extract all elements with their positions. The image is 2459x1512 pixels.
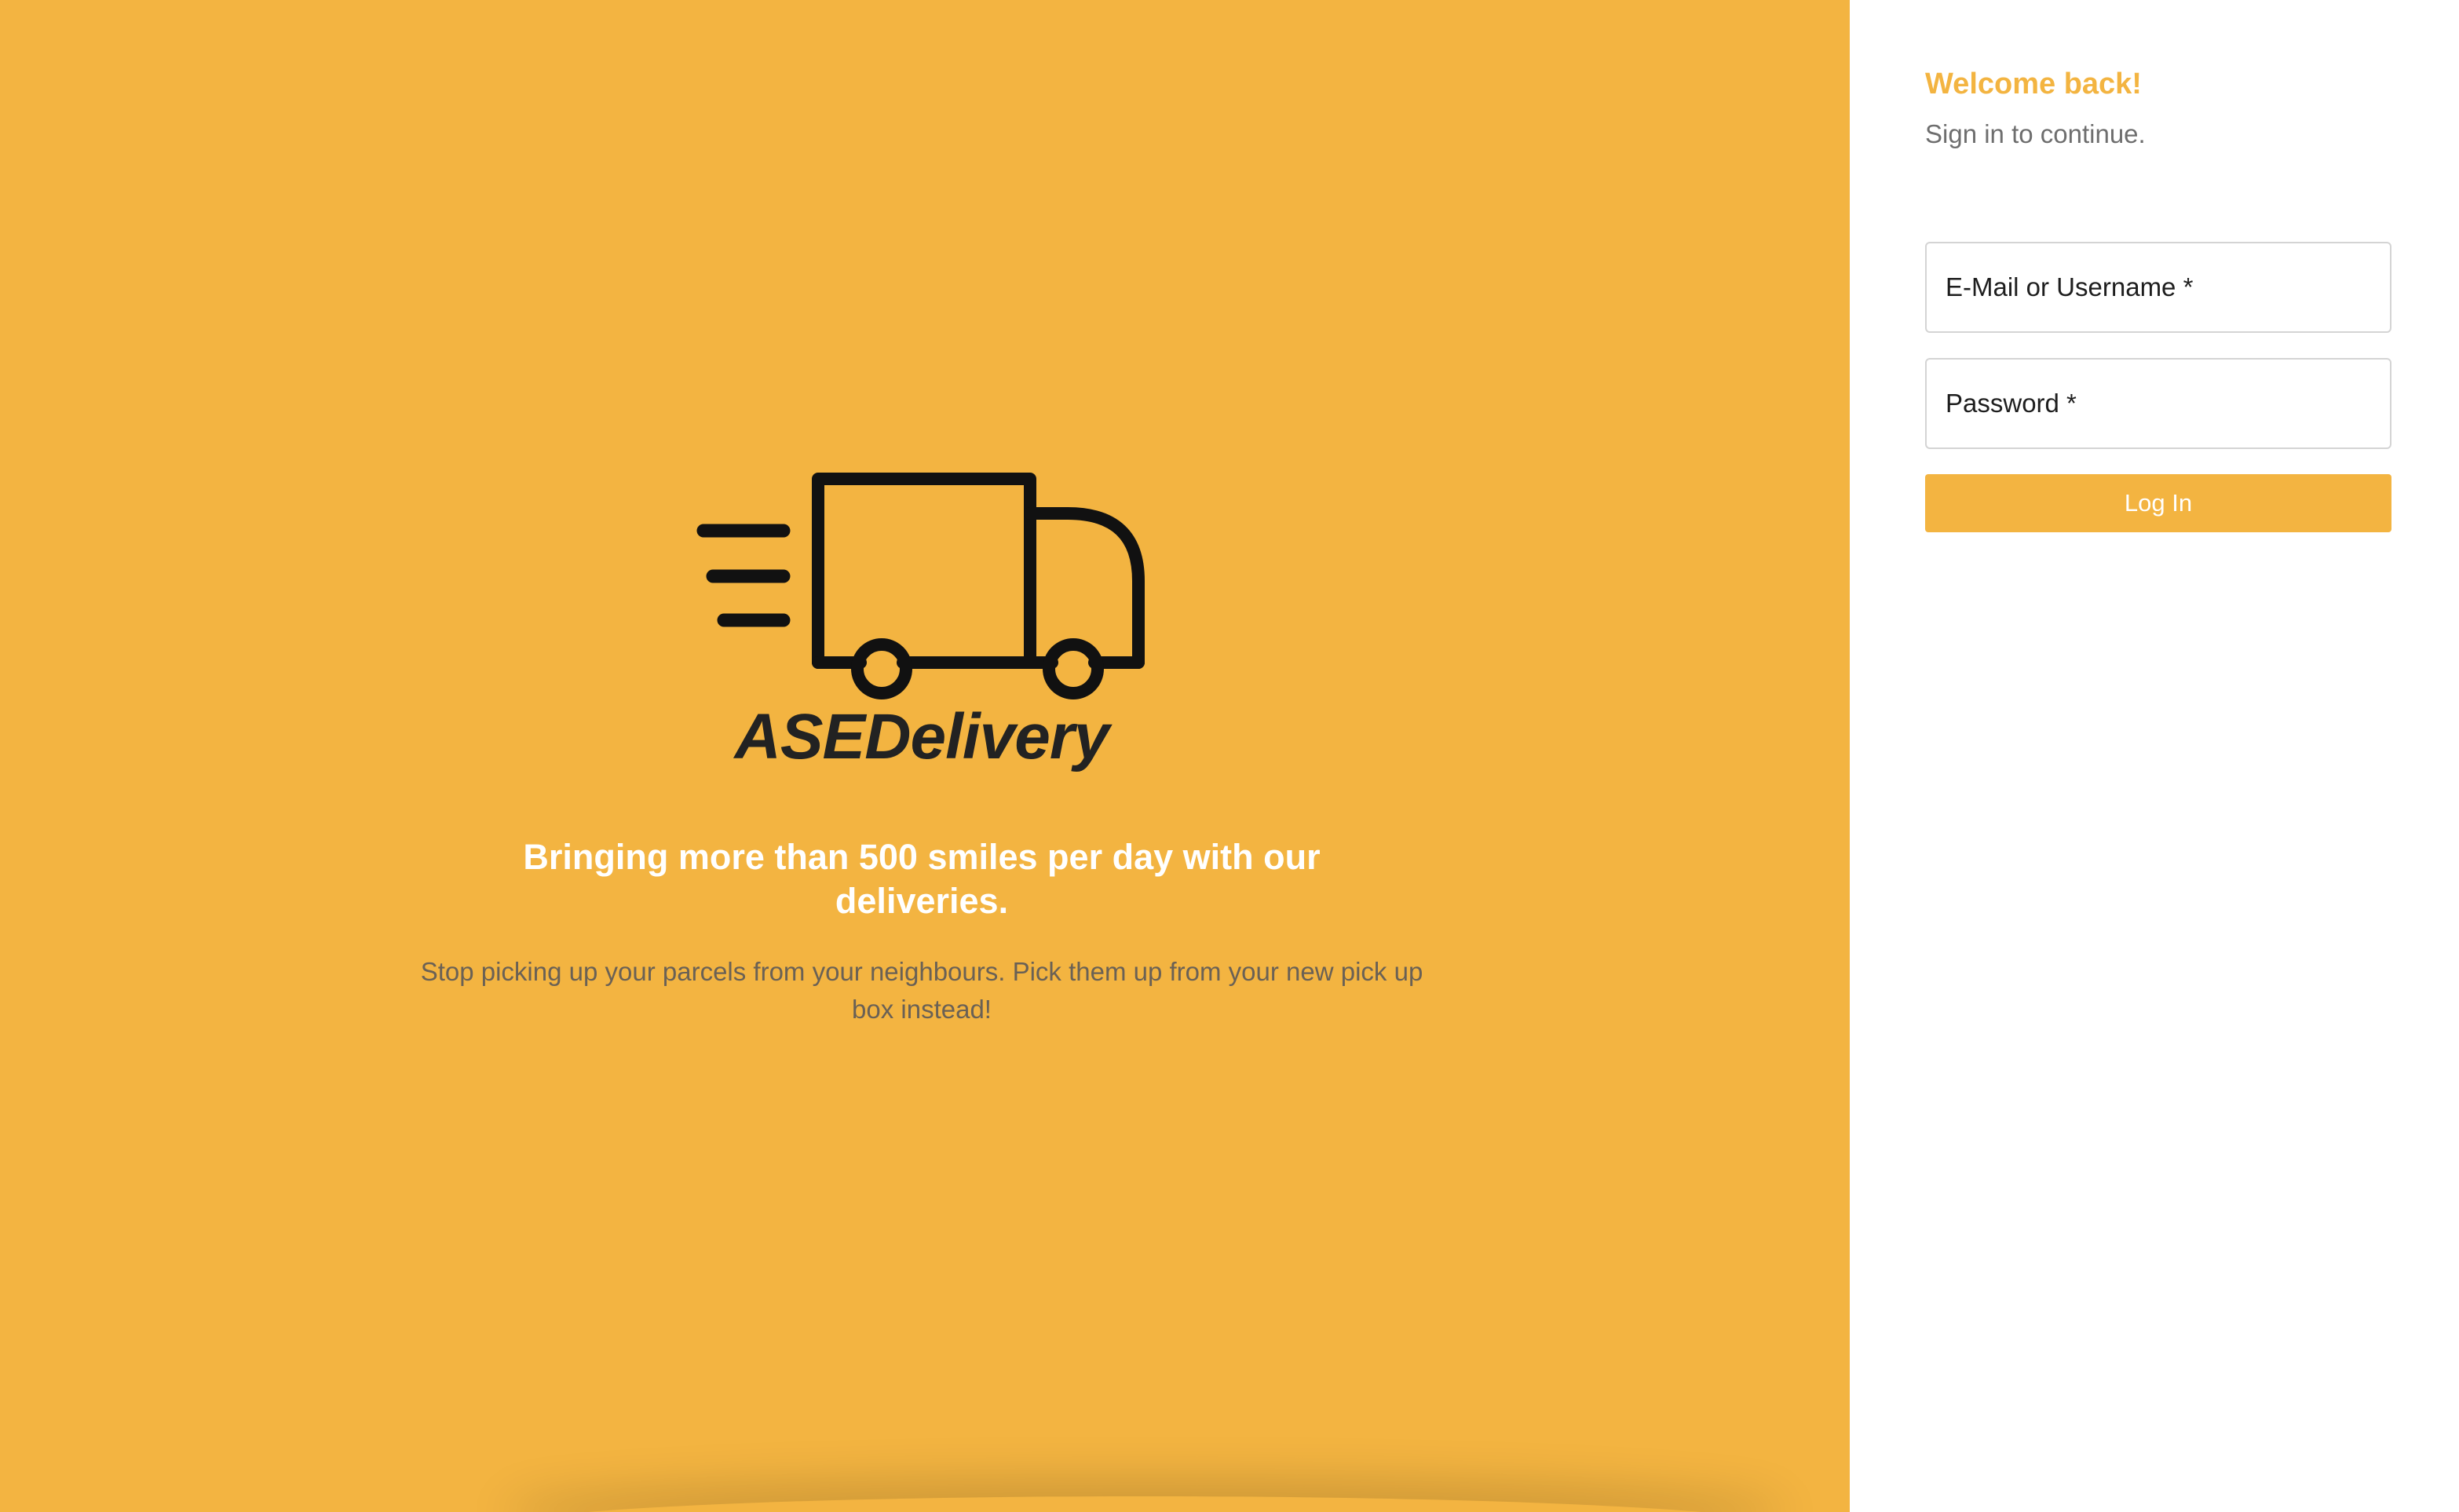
hero-panel: ASEDelivery Bringing more than 500 smile… (0, 0, 1850, 1512)
welcome-heading: Welcome back! (1925, 68, 2142, 100)
login-panel: Welcome back! Sign in to continue. Log I… (1850, 0, 2459, 1512)
hero-tagline: Bringing more than 500 smiles per day wi… (523, 837, 1321, 921)
email-username-input[interactable] (1925, 242, 2391, 333)
login-page: ASEDelivery Bringing more than 500 smile… (0, 0, 2459, 1512)
hero-bottom-shadow (502, 1496, 1787, 1512)
login-button[interactable]: Log In (1925, 474, 2391, 532)
password-input[interactable] (1925, 358, 2391, 449)
hero-subline: Stop picking up your parcels from your n… (420, 957, 1423, 1024)
signin-subtitle: Sign in to continue. (1925, 119, 2146, 148)
delivery-truck-icon (696, 473, 1145, 699)
brand-name: ASEDelivery (734, 701, 1110, 772)
